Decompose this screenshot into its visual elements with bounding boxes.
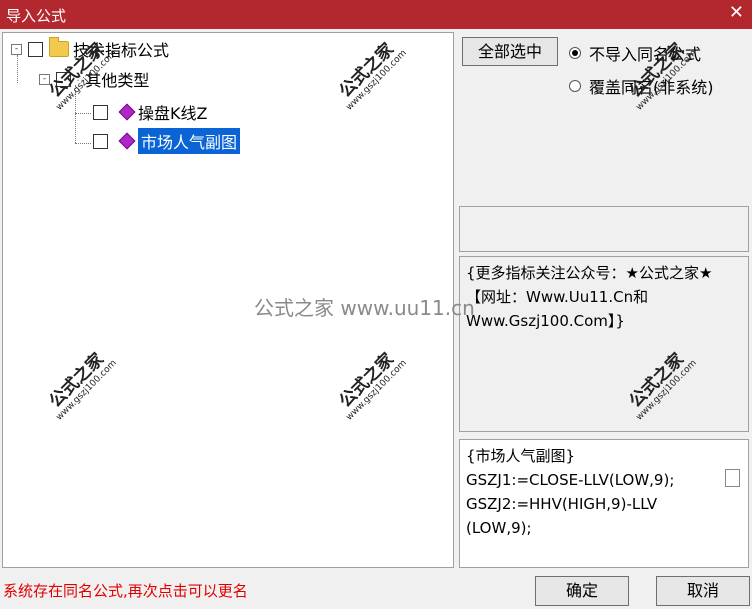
title-bar: 导入公式 ✕ [0,0,752,29]
scroll-box[interactable] [725,469,740,487]
checkbox[interactable] [93,133,108,149]
tree-node-group[interactable]: - ∴ 其他类型 [39,67,149,91]
tree-node-item[interactable]: 市场人气副图 [87,128,241,154]
connector-icon: ∴ [77,73,84,85]
tree-node-label: 其他类型 [85,71,150,90]
select-all-button[interactable]: 全部选中 [462,37,558,66]
radio-button[interactable] [569,80,581,92]
cancel-button[interactable]: 取消 [656,576,750,606]
checkbox[interactable] [56,71,71,87]
tree-node-label: 技术指标公式 [73,41,170,60]
watermark-center: 公式之家 www.uu11.cn [254,296,475,320]
tree-node-item[interactable]: 操盘K线Z [87,100,207,124]
description-box: {更多指标关注公众号：★公式之家★ 【网址：Www.Uu11.Cn和Www.Gs… [459,256,749,432]
code-line: (LOW,9); [466,519,532,537]
tree-node-root[interactable]: - 技术指标公式 [11,37,169,61]
folder-icon [49,37,69,57]
ok-button[interactable]: 确定 [535,576,629,606]
radio-label: 覆盖同名(非系统) [589,78,714,97]
tree-node-label: 操盘K线Z [138,104,208,123]
info-field [459,206,749,252]
radio-overwrite[interactable]: 覆盖同名(非系统) [569,74,714,98]
code-line: GSZJ1:=CLOSE-LLV(LOW,9); [466,471,675,489]
radio-button-checked[interactable] [569,47,581,59]
code-line: {市场人气副图} [466,447,576,465]
tree-connector [75,85,76,143]
collapse-icon[interactable]: - [11,43,22,55]
checkbox[interactable] [28,41,43,57]
formula-gem-icon [118,132,136,150]
radio-skip-duplicates[interactable]: 不导入同名公式 [569,41,701,65]
status-message: 系统存在同名公式,再次点击可以更名 [3,582,248,600]
tree-node-label-selected: 市场人气副图 [138,128,241,154]
close-icon[interactable]: ✕ [729,3,744,23]
radio-label: 不导入同名公式 [589,45,702,64]
window-title: 导入公式 [6,7,67,25]
formula-code-box[interactable]: {市场人气副图} GSZJ1:=CLOSE-LLV(LOW,9); GSZJ2:… [459,439,749,568]
collapse-icon[interactable]: - [39,73,50,85]
checkbox[interactable] [93,104,108,120]
code-line: GSZJ2:=HHV(HIGH,9)-LLV [466,495,658,513]
formula-gem-icon [118,103,136,121]
